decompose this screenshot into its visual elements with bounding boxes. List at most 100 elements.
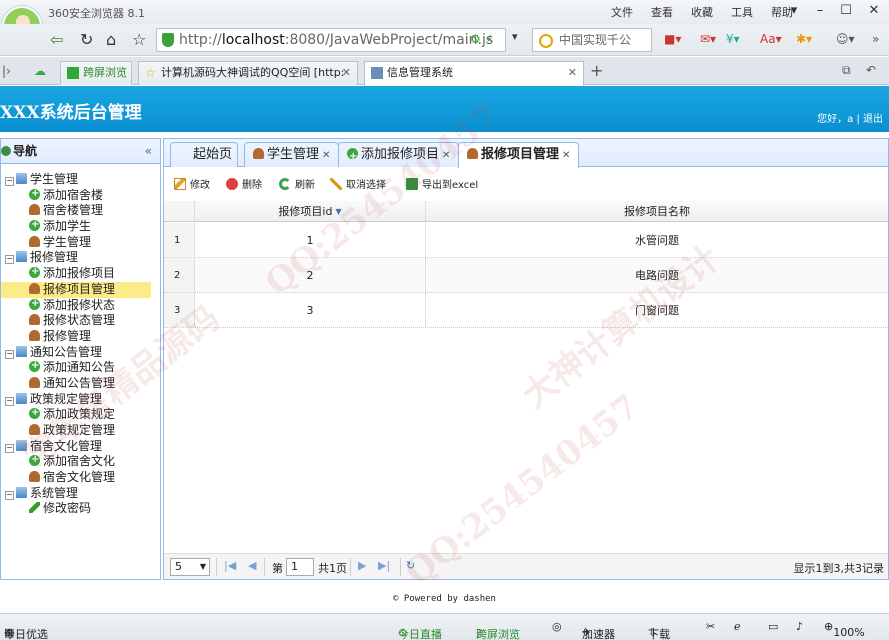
new-tab-button[interactable]: + <box>590 61 603 80</box>
refresh-button[interactable]: 刷新 <box>279 176 315 191</box>
globe-icon <box>1 146 11 156</box>
cell-name: 门窗问题 <box>635 304 679 317</box>
tree-item-culture-manage[interactable]: 宿舍文化管理 <box>1 470 160 486</box>
cancel-select-button[interactable]: 取消选择 <box>330 176 386 191</box>
column-header-id[interactable]: 报修项目id ▼ <box>195 201 426 221</box>
tree-item-policy-manage[interactable]: 政策规定管理 <box>1 423 160 439</box>
tree-item-student-manage[interactable]: 学生管理 <box>1 235 160 251</box>
tree-group-repair[interactable]: − 报修管理 <box>1 250 160 266</box>
tree-item-repair-item-manage[interactable]: 报修项目管理 <box>1 281 151 298</box>
page-number-input[interactable]: 1 <box>286 558 314 576</box>
menu-tools[interactable]: 工具 <box>731 4 753 20</box>
tree-item-building-manage[interactable]: 宿舍楼管理 <box>1 203 160 219</box>
tree-item-add-notice[interactable]: 添加通知公告 <box>1 358 160 376</box>
back-arrow-icon[interactable]: ⇦ <box>50 30 63 49</box>
browser-tab-crossscreen[interactable]: 跨屏浏览 <box>60 61 132 85</box>
user-icon <box>29 204 40 216</box>
tab-scroll-left-icon[interactable]: |› <box>2 64 11 78</box>
edit-button[interactable]: 修改 <box>174 176 210 191</box>
window-icon[interactable]: ▭ <box>768 620 778 633</box>
tree-group-student[interactable]: − 学生管理 <box>1 172 160 188</box>
collapse-icon[interactable]: − <box>5 255 14 265</box>
apps-icon[interactable]: ■▾ <box>664 32 681 46</box>
tree-item-repair-state-manage[interactable]: 报修状态管理 <box>1 313 160 329</box>
money-icon[interactable]: ¥▾ <box>726 32 740 46</box>
game-icon[interactable]: ☺▾ <box>836 32 855 46</box>
reload-icon[interactable]: ↻ <box>80 30 93 49</box>
tree-group-policy[interactable]: − 政策规定管理 <box>1 392 160 408</box>
url-input[interactable]: http://localhost:8080/JavaWebProject/mai… <box>156 28 506 52</box>
prev-page-icon[interactable]: ◀ <box>248 559 256 572</box>
menu-file[interactable]: 文件 <box>611 4 633 20</box>
status-icon[interactable]: ◎ <box>552 620 562 633</box>
export-label: 导出到excel <box>422 180 479 191</box>
zoom-icon[interactable]: ⊕ 100% <box>824 620 865 639</box>
tree-item-add-student[interactable]: 添加学生 <box>1 217 160 235</box>
first-page-icon[interactable]: |◀ <box>224 559 236 572</box>
tab-student-manage[interactable]: 学生管理 ✕ <box>244 142 340 167</box>
tree-item-add-repair-state[interactable]: 添加报修状态 <box>1 296 160 314</box>
pager-divider <box>400 558 401 576</box>
cloud-icon[interactable]: ☁ <box>34 64 46 78</box>
url-dropdown-icon[interactable]: ▾ <box>512 30 518 43</box>
more-icon[interactable]: » <box>872 32 879 46</box>
table-row[interactable]: 1 1 水管问题 <box>164 223 888 258</box>
collapse-icon[interactable]: − <box>5 177 14 186</box>
page-size-select[interactable]: 5 ▼ <box>170 558 210 576</box>
tree-item-repair-manage[interactable]: 报修管理 <box>1 329 160 345</box>
tab-add-repair-item[interactable]: 添加报修项目✕ <box>338 142 460 168</box>
collapse-icon[interactable]: − <box>5 443 14 453</box>
reload-page-icon[interactable]: ↻ <box>406 559 415 572</box>
skin-icon[interactable]: ▾ <box>781 0 807 20</box>
collapse-icon[interactable]: − <box>5 490 14 500</box>
volume-icon[interactable]: ♪ <box>796 620 803 633</box>
status-label: 今日直播 <box>398 628 442 640</box>
collapse-left-icon[interactable]: « <box>145 139 152 163</box>
home-icon[interactable]: ⌂ <box>106 30 116 49</box>
close-tab-icon[interactable]: ✕ <box>562 150 570 161</box>
tools-icon[interactable]: ✱▾ <box>796 32 812 46</box>
restore-tab-icon[interactable]: ⧉ <box>842 63 851 78</box>
undo-close-icon[interactable]: ↶ <box>866 63 876 77</box>
collapse-icon[interactable]: − <box>5 349 14 359</box>
tree-item-add-culture[interactable]: 添加宿舍文化 <box>1 452 160 470</box>
tab-home[interactable]: 起始页 <box>170 142 238 167</box>
close-tab-icon[interactable]: ✕ <box>322 150 330 161</box>
column-header-name[interactable]: 报修项目名称 <box>426 201 888 221</box>
close-tab-icon[interactable]: ✕ <box>568 62 577 84</box>
ie-icon[interactable]: ℯ <box>734 620 741 633</box>
tree-group-system[interactable]: − 系统管理 <box>1 486 160 502</box>
table-row[interactable]: 2 2 电路问题 <box>164 258 888 293</box>
search-input[interactable]: 中国实现千公 <box>532 28 652 52</box>
minimize-button[interactable]: – <box>807 0 833 20</box>
tree-group-notice[interactable]: − 通知公告管理 <box>1 345 160 361</box>
next-page-icon[interactable]: ▶ <box>358 559 366 572</box>
export-excel-button[interactable]: 导出到excel <box>406 176 478 191</box>
tree-item-change-password[interactable]: 修改密码 <box>1 501 160 517</box>
menu-view[interactable]: 查看 <box>651 4 673 20</box>
tree-item-add-repair-item[interactable]: 添加报修项目 <box>1 264 160 282</box>
close-tab-icon[interactable]: ✕ <box>442 150 450 161</box>
user-greeting[interactable]: 您好，a | 退出 <box>817 110 883 125</box>
tab-repair-item-manage[interactable]: 报修项目管理 ✕ <box>458 142 580 168</box>
star-icon[interactable]: ☆ <box>132 30 146 49</box>
browser-tab-system[interactable]: 信息管理系统 ✕ <box>364 61 584 86</box>
cut-icon[interactable]: ✂ <box>706 620 715 633</box>
translate-icon[interactable]: Aa▾ <box>760 32 782 46</box>
lightning-icon[interactable]: ⚙ ⚡ <box>470 32 493 46</box>
mail-icon[interactable]: ✉▾ <box>700 32 716 46</box>
browser-tab-qq[interactable]: ☆ 计算机源码大神调试的QQ空间 [http: ✕ <box>138 61 358 85</box>
tree-item-notice-manage[interactable]: 通知公告管理 <box>1 376 160 392</box>
user-icon <box>29 329 40 341</box>
delete-button[interactable]: 删除 <box>226 176 262 191</box>
tree-item-add-policy[interactable]: 添加政策规定 <box>1 405 160 423</box>
table-row[interactable]: 3 3 门窗问题 <box>164 293 888 328</box>
collapse-icon[interactable]: − <box>5 396 14 406</box>
menu-favorites[interactable]: 收藏 <box>691 4 713 20</box>
close-button[interactable]: ✕ <box>859 0 889 20</box>
last-page-icon[interactable]: ▶| <box>378 559 390 572</box>
maximize-button[interactable]: ☐ <box>833 0 859 20</box>
close-tab-icon[interactable]: ✕ <box>342 62 351 84</box>
tree-group-culture[interactable]: − 宿舍文化管理 <box>1 439 160 455</box>
tree-item-add-building[interactable]: 添加宿舍楼 <box>1 186 160 204</box>
